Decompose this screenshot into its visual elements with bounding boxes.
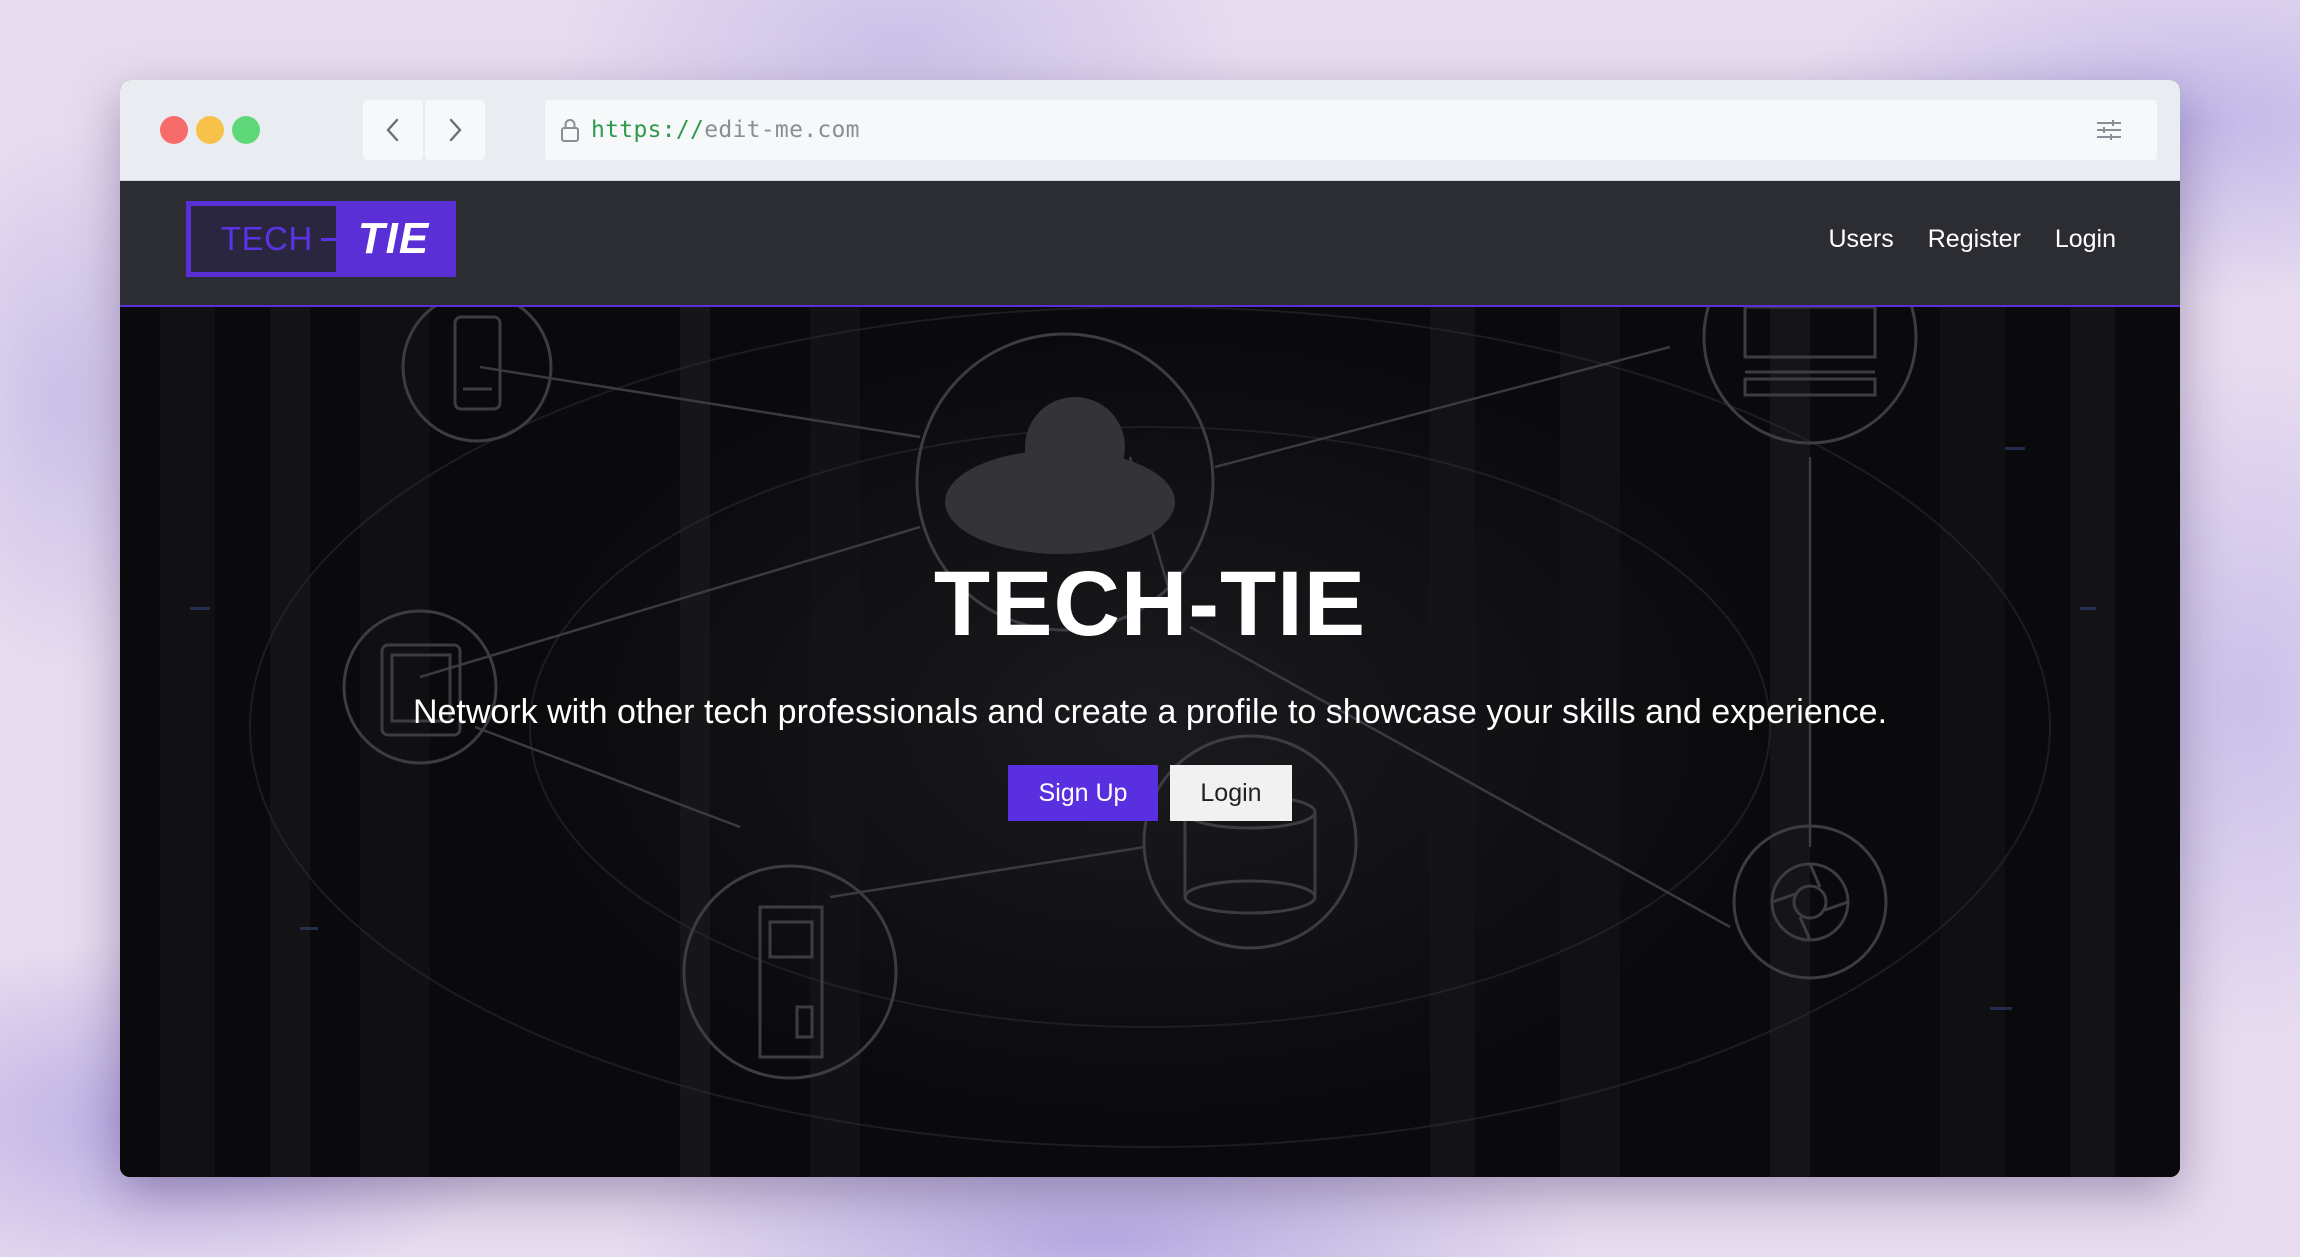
address-bar[interactable]: https://edit-me.com [545, 100, 2157, 160]
nav-link-register[interactable]: Register [1928, 225, 2021, 254]
hero-subtitle: Network with other tech professionals an… [412, 693, 1888, 731]
sign-up-button[interactable]: Sign Up [1008, 765, 1158, 821]
website: TECH TIE Users Register Login TECH-TIE N… [120, 181, 2180, 1177]
site-navbar: TECH TIE Users Register Login [120, 181, 2180, 307]
url-host: edit-me.com [704, 117, 860, 143]
nav-link-users[interactable]: Users [1828, 225, 1893, 254]
maximize-window-button[interactable] [232, 116, 260, 144]
hero-title: TECH-TIE [933, 553, 1367, 655]
sliders-icon [2097, 120, 2121, 140]
site-logo[interactable]: TECH TIE [186, 201, 456, 277]
forward-button[interactable] [425, 100, 485, 160]
url-scheme: https:// [591, 117, 705, 143]
logo-left-text: TECH [221, 220, 313, 257]
settings-button[interactable] [2079, 100, 2139, 160]
hero-background-network [160, 307, 2115, 1177]
site-nav: Users Register Login [1828, 225, 2116, 254]
hero-section: TECH-TIE Network with other tech profess… [120, 307, 2180, 1177]
logo-left-panel: TECH [191, 206, 336, 272]
chevron-right-icon [449, 118, 462, 142]
browser-window: https://edit-me.com TECH TIE Users Regis… [120, 80, 2180, 1177]
logo-right-text: TIE [357, 214, 430, 263]
smartphone-icon [453, 315, 502, 411]
login-button[interactable]: Login [1170, 765, 1292, 821]
cloud-icon [945, 397, 1175, 554]
nav-link-login[interactable]: Login [2055, 225, 2116, 254]
lock-icon [557, 115, 583, 145]
logo-right-panel: TIE [336, 206, 451, 272]
close-window-button[interactable] [160, 116, 188, 144]
hero-button-group: Sign Up Login [120, 765, 2180, 821]
browser-toolbar: https://edit-me.com [120, 80, 2180, 181]
minimize-window-button[interactable] [196, 116, 224, 144]
logo-dash [320, 237, 336, 241]
url-text: https://edit-me.com [591, 117, 860, 143]
back-button[interactable] [363, 100, 423, 160]
chevron-left-icon [386, 118, 399, 142]
